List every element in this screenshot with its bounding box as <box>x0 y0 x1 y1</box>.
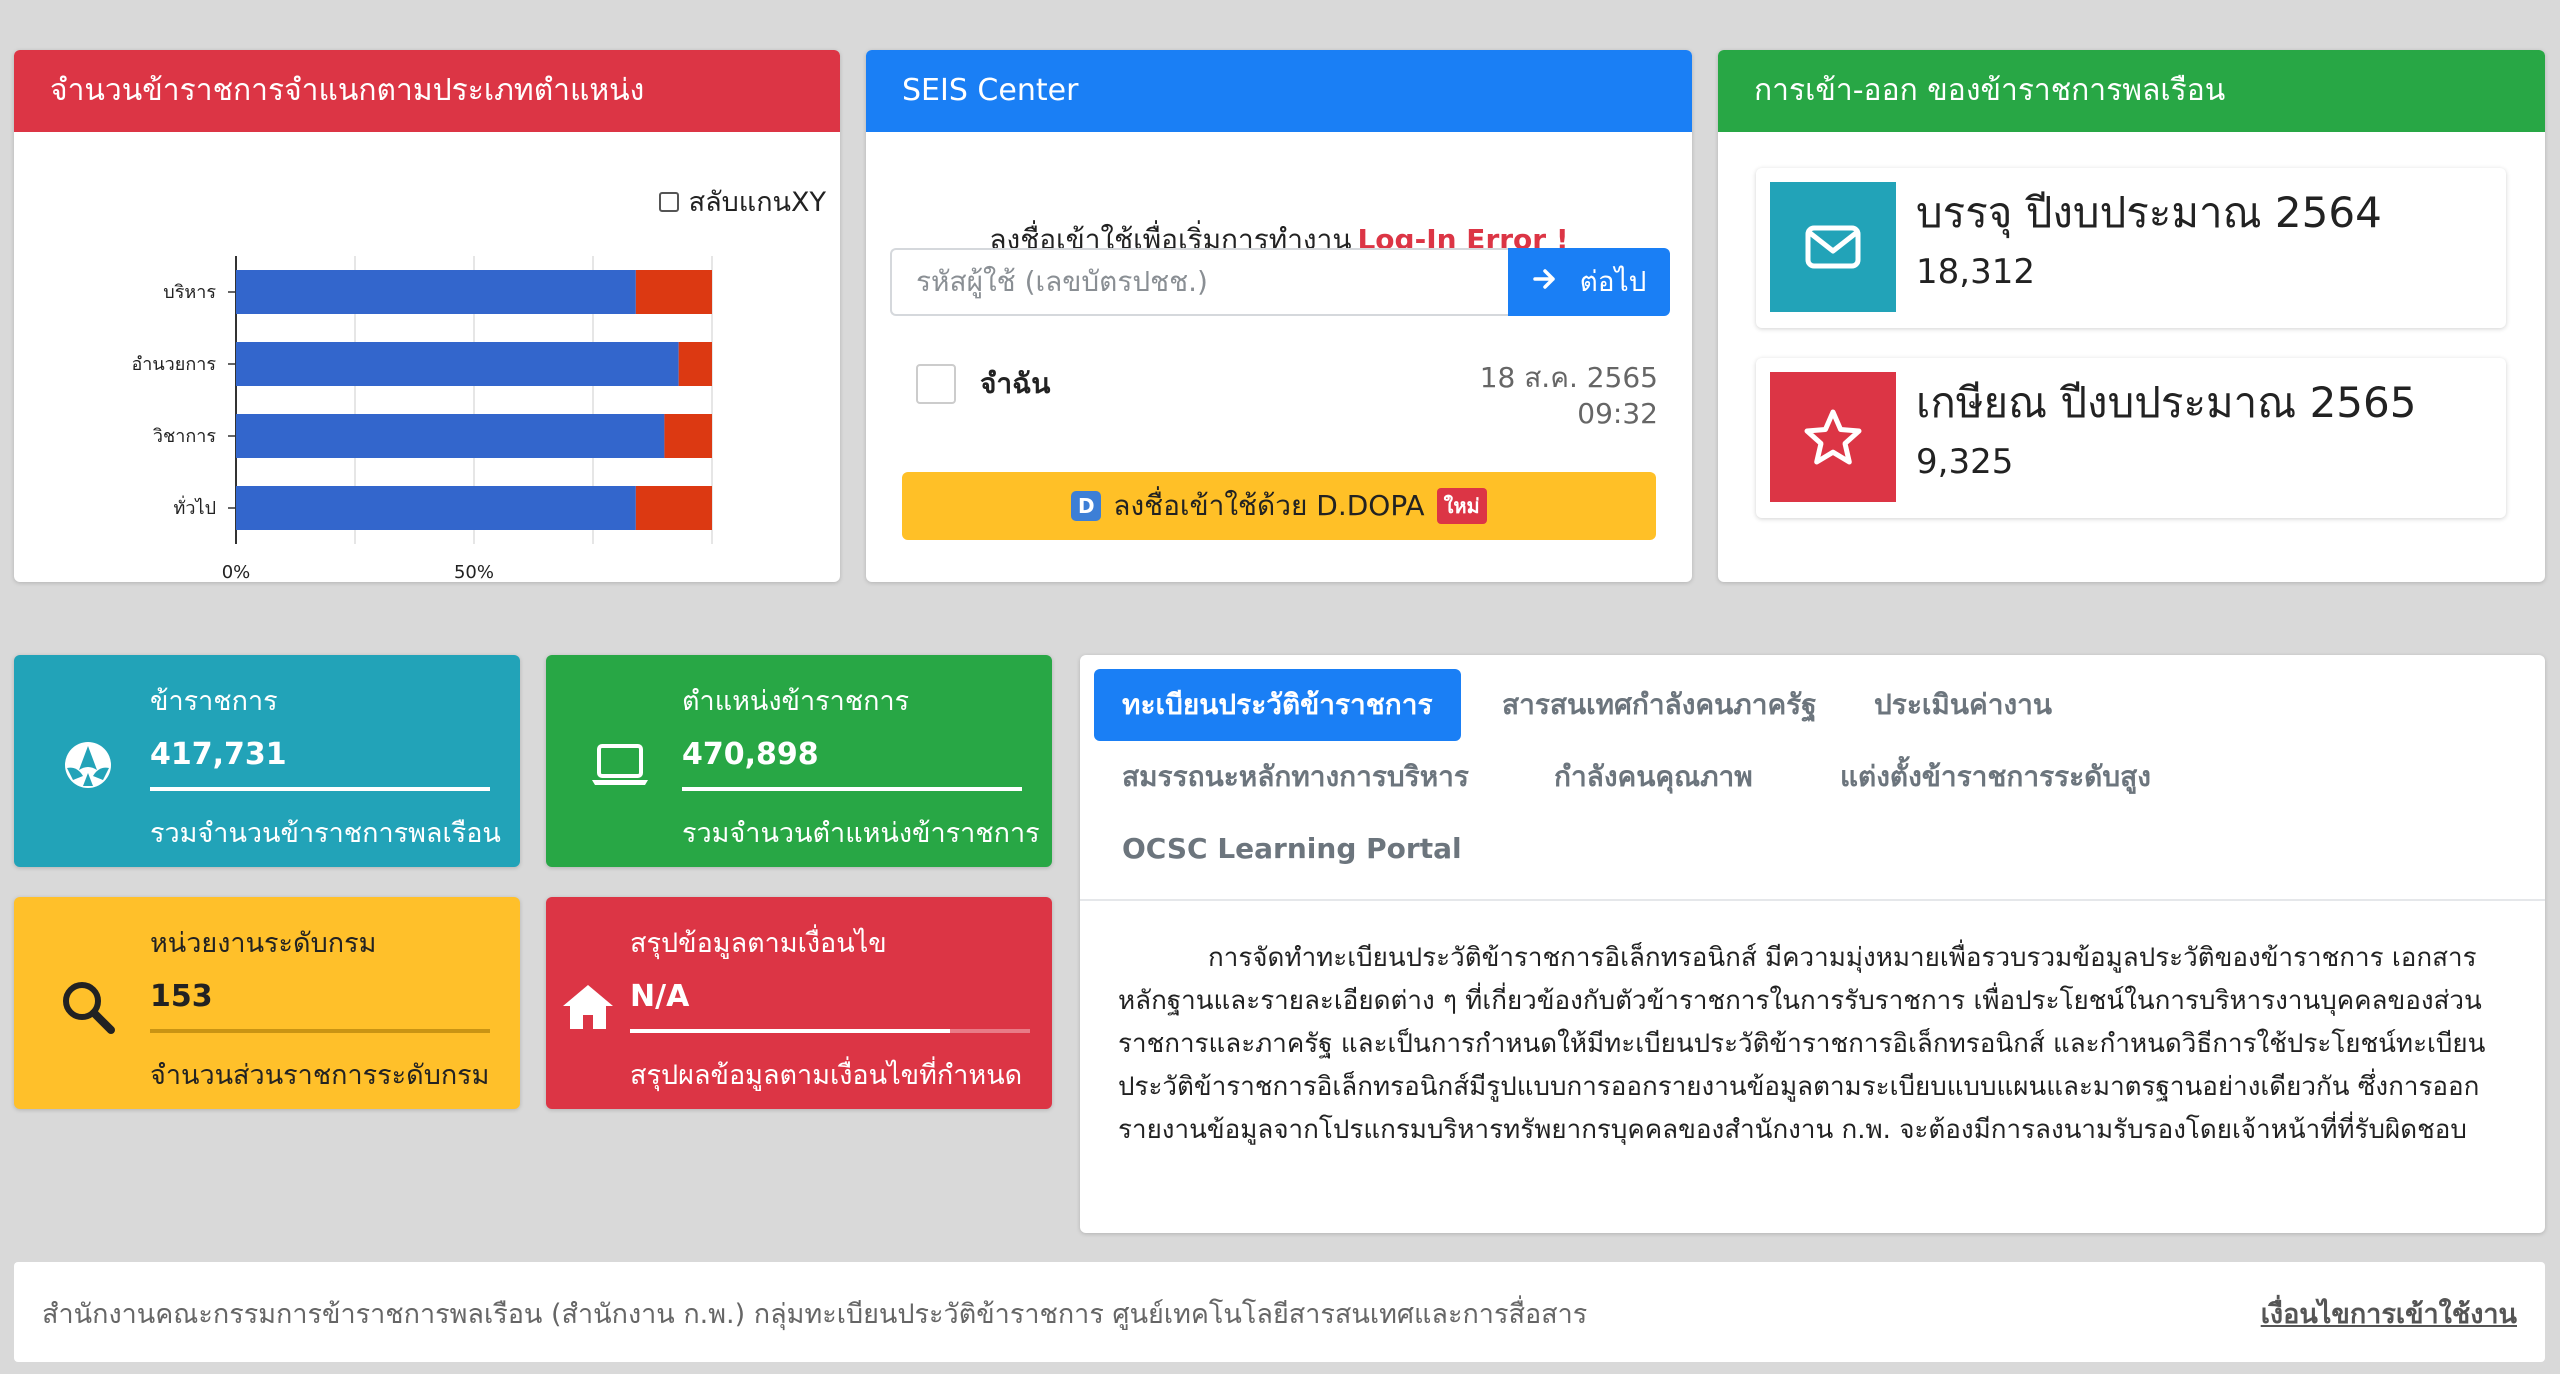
dopa-logo-icon: D <box>1071 491 1102 521</box>
officers-progress-fill <box>150 787 490 791</box>
chart-card: จำนวนข้าราชการจำแนกตามประเภทตำแหน่ง สลับ… <box>14 50 840 582</box>
star-icon <box>1770 372 1896 502</box>
search-icon <box>58 977 118 1037</box>
home-icon <box>558 977 618 1037</box>
departments-desc: จำนวนส่วนราชการระดับกรม <box>150 1060 490 1091</box>
retire-label: เกษียณ ปีงบประมาณ 2565 <box>1916 378 2417 427</box>
remember-me-checkbox[interactable] <box>916 364 956 404</box>
current-date: 18 ส.ค. 2565 <box>1479 361 1658 394</box>
envelope-icon <box>1770 182 1896 312</box>
in-out-card-title: การเข้า-ออก ของข้าราชการพลเรือน <box>1718 50 2545 132</box>
chart-x-tick-label: 0% <box>222 562 251 580</box>
current-datetime: 18 ส.ค. 2565 09:32 <box>1480 360 1658 432</box>
next-button-label: ต่อไป <box>1579 265 1647 298</box>
departments-value: 153 <box>150 979 213 1014</box>
new-badge: ใหม่ <box>1436 488 1487 524</box>
chart-category-label: บริหาร <box>163 282 216 303</box>
retire-value: 9,325 <box>1916 442 2014 482</box>
departments-title: หน่วยงานระดับกรม <box>150 928 377 959</box>
chart-bar <box>635 270 712 314</box>
positions-progress <box>682 787 1022 791</box>
recruit-stat: บรรจุ ปีงบประมาณ 2564 18,312 <box>1756 168 2506 328</box>
recruit-label: บรรจุ ปีงบประมาณ 2564 <box>1916 188 2382 237</box>
chart-category-label: อำนวยการ <box>131 354 216 375</box>
tabs-card: ทะเบียนประวัติข้าราชการ สารสนเทศกำลังคนภ… <box>1080 655 2545 1233</box>
tab-senior-appointment[interactable]: แต่งตั้งข้าราชการระดับสูง <box>1812 741 2179 813</box>
departments-progress <box>150 1029 490 1033</box>
terms-of-use-link[interactable]: เงื่อนไขการเข้าใช้งาน <box>2261 1292 2517 1335</box>
dopa-login-button[interactable]: D ลงชื่อเข้าใช้ด้วย D.DOPA ใหม่ <box>902 472 1656 540</box>
emblem-icon <box>58 735 118 795</box>
tab-job-evaluation[interactable]: ประเมินค่างาน <box>1846 669 2080 741</box>
tab-personnel-records[interactable]: ทะเบียนประวัติข้าราชการ <box>1094 669 1461 741</box>
tab-manpower-info[interactable]: สารสนเทศกำลังคนภาครัฐ <box>1474 669 1845 741</box>
chart-x-tick-label: 50% <box>454 562 494 580</box>
in-out-card: การเข้า-ออก ของข้าราชการพลเรือน บรรจุ ปี… <box>1718 50 2545 582</box>
laptop-icon <box>590 735 650 795</box>
positions-tile[interactable]: ตำแหน่งข้าราชการ 470,898 รวมจำนวนตำแหน่ง… <box>546 655 1052 867</box>
summary-value: N/A <box>630 979 690 1014</box>
dopa-login-label: ลงชื่อเข้าใช้ด้วย D.DOPA <box>1113 489 1425 522</box>
position-type-chart: บริหารอำนวยการวิชาการทั่วไป0%50%ถือครองว… <box>131 256 713 580</box>
remember-me-label: จำฉัน <box>980 367 1051 400</box>
chart-bar <box>236 486 636 530</box>
arrow-right-icon <box>1532 266 1558 299</box>
chart-bar <box>236 414 665 458</box>
remember-me[interactable]: จำฉัน <box>916 362 1050 406</box>
login-card-title: SEIS Center <box>866 50 1692 132</box>
login-card: SEIS Center ลงชื่อเข้าใช้เพื่อเริ่มการทำ… <box>866 50 1692 582</box>
tabs-divider <box>1080 899 2545 901</box>
chart-card-title: จำนวนข้าราชการจำแนกตามประเภทตำแหน่ง <box>14 50 840 132</box>
chart-category-label: วิชาการ <box>153 426 216 447</box>
summary-progress <box>630 1029 1030 1033</box>
summary-title: สรุปข้อมูลตามเงื่อนไข <box>630 928 887 959</box>
summary-desc: สรุปผลข้อมูลตามเงื่อนไขที่กำหนด <box>630 1060 1023 1091</box>
footer-text: สำนักงานคณะกรรมการข้าราชการพลเรือน (สำนั… <box>42 1299 1588 1330</box>
summary-tile[interactable]: สรุปข้อมูลตามเงื่อนไข N/A สรุปผลข้อมูลตา… <box>546 897 1052 1109</box>
retire-stat: เกษียณ ปีงบประมาณ 2565 9,325 <box>1756 358 2506 518</box>
chart-bar <box>236 342 679 386</box>
chart-bar <box>236 270 636 314</box>
officers-tile[interactable]: ข้าราชการ 417,731 รวมจำนวนข้าราชการพลเรื… <box>14 655 520 867</box>
current-time: 09:32 <box>1577 397 1658 430</box>
chart-bar <box>678 342 712 386</box>
tab-core-competency[interactable]: สมรรถนะหลักทางการบริหาร <box>1094 741 1497 813</box>
summary-progress-fill <box>630 1029 950 1033</box>
officers-title: ข้าราชการ <box>150 686 278 717</box>
next-button[interactable]: ต่อไป <box>1508 248 1670 316</box>
officers-desc: รวมจำนวนข้าราชการพลเรือน <box>150 818 501 849</box>
tab-quality-manpower[interactable]: กำลังคนคุณภาพ <box>1526 741 1781 813</box>
chart-bar <box>664 414 712 458</box>
positions-title: ตำแหน่งข้าราชการ <box>682 686 910 717</box>
chart-bar <box>635 486 712 530</box>
departments-tile[interactable]: หน่วยงานระดับกรม 153 จำนวนส่วนราชการระดั… <box>14 897 520 1109</box>
positions-desc: รวมจำนวนตำแหน่งข้าราชการ <box>682 818 1040 849</box>
chart-category-label: ทั่วไป <box>174 495 216 519</box>
tab-content-text: การจัดทำทะเบียนประวัติข้าราชการอิเล็กทรอ… <box>1118 943 2486 1145</box>
positions-value: 470,898 <box>682 737 819 772</box>
positions-progress-fill <box>682 787 1022 791</box>
footer: สำนักงานคณะกรรมการข้าราชการพลเรือน (สำนั… <box>14 1262 2545 1362</box>
departments-progress-fill <box>150 1029 490 1033</box>
recruit-value: 18,312 <box>1916 252 2035 292</box>
officers-progress <box>150 787 490 791</box>
tab-learning-portal[interactable]: OCSC Learning Portal <box>1094 813 1490 885</box>
officers-value: 417,731 <box>150 737 287 772</box>
user-id-input[interactable]: รหัสผู้ใช้ (เลขบัตรปชช.) <box>890 248 1510 316</box>
